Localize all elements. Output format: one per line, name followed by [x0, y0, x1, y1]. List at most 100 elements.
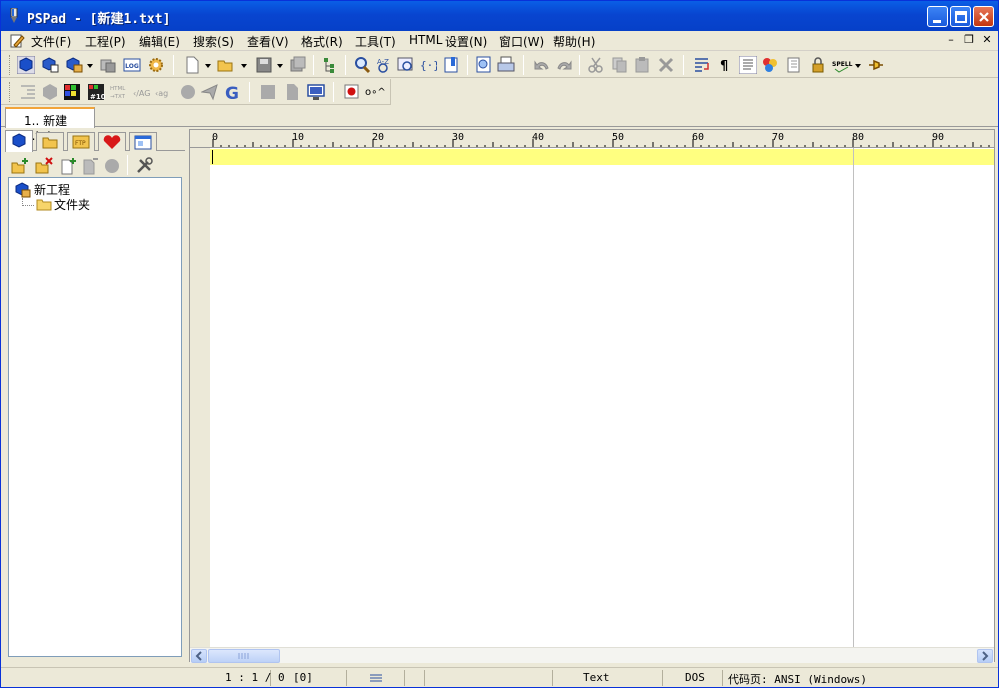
remove-file-icon[interactable] [81, 157, 99, 175]
spell-check-icon[interactable]: SPELL [831, 56, 853, 74]
undo-icon[interactable] [533, 56, 551, 74]
mdi-close-button[interactable]: ✕ [979, 33, 995, 47]
spell-dropdown[interactable] [855, 64, 861, 68]
svg-text:‹ag: ‹ag [155, 89, 168, 98]
remove-folder-icon[interactable] [35, 157, 53, 175]
console-icon[interactable] [307, 83, 325, 101]
compile-icon[interactable] [41, 83, 59, 101]
toolbar-grip[interactable] [9, 55, 12, 75]
status-codepage[interactable]: 代码页: ANSI (Windows) [723, 670, 923, 686]
mdi-minimize-button[interactable]: – [943, 33, 959, 47]
document-edit-icon[interactable] [9, 33, 25, 49]
project-tree-icon[interactable] [321, 56, 339, 74]
color-palette-icon[interactable] [761, 56, 779, 74]
column-mode-icon[interactable] [785, 56, 803, 74]
find-in-files-icon[interactable] [397, 56, 415, 74]
google-search-icon[interactable]: G [223, 83, 241, 101]
mdi-restore-button[interactable]: ❐ [961, 33, 977, 47]
tree-node-folder[interactable]: 文件夹 [54, 196, 90, 213]
add-folder-icon[interactable] [11, 157, 29, 175]
indent-icon[interactable] [19, 83, 37, 101]
pin-icon[interactable] [867, 56, 885, 74]
open-project-icon[interactable] [41, 56, 59, 74]
project-settings-tools-icon[interactable] [135, 157, 153, 175]
paste-icon[interactable] [633, 56, 651, 74]
play-macro-icon[interactable]: o∘^ [365, 83, 387, 101]
menu-help[interactable]: 帮助(H) [551, 33, 597, 50]
open-file-dropdown[interactable] [241, 64, 247, 68]
horizontal-scrollbar[interactable] [190, 647, 994, 663]
highlight-line-icon[interactable] [739, 56, 757, 74]
maximize-button[interactable] [950, 6, 971, 27]
tag-uppercase-icon[interactable]: ‹/AG [133, 83, 153, 101]
status-syntax[interactable]: Text [553, 670, 663, 686]
project-copy-icon[interactable] [99, 56, 117, 74]
readonly-lock-icon[interactable] [809, 56, 827, 74]
pspad-app-icon[interactable] [8, 8, 20, 24]
menu-project[interactable]: 工程(P) [83, 33, 128, 50]
delete-icon[interactable] [657, 56, 675, 74]
preview-icon[interactable] [475, 56, 493, 74]
new-file-icon[interactable] [183, 56, 201, 74]
scroll-thumb[interactable] [208, 649, 280, 663]
refresh-icon[interactable] [103, 157, 121, 175]
redo-icon[interactable] [555, 56, 573, 74]
menu-window[interactable]: 窗口(W) [497, 33, 546, 50]
menu-html[interactable]: HTML [407, 33, 444, 47]
menu-search[interactable]: 搜索(S) [191, 33, 236, 50]
tab-open-files[interactable] [129, 132, 157, 151]
cut-icon[interactable] [587, 56, 605, 74]
new-file-dropdown[interactable] [205, 64, 211, 68]
save-icon[interactable] [255, 56, 273, 74]
html-to-text-icon[interactable]: HTML →TXT [109, 83, 131, 101]
save-project-dropdown[interactable] [87, 64, 93, 68]
title-bar[interactable]: PSPad - [新建1.txt] [1, 1, 998, 31]
menu-edit[interactable]: 编辑(E) [137, 33, 182, 50]
status-wrap[interactable] [347, 670, 405, 686]
bracket-match-icon[interactable]: {·} [419, 56, 437, 74]
clipboard-icon[interactable] [283, 83, 301, 101]
project-cube-icon[interactable] [17, 56, 35, 74]
search-icon[interactable] [353, 56, 371, 74]
record-macro-icon[interactable] [343, 83, 361, 101]
status-line-endings[interactable]: DOS [663, 670, 723, 686]
close-button[interactable] [973, 6, 994, 27]
tab-ftp[interactable]: FTP [67, 132, 95, 151]
panel-tabs: FTP [5, 129, 185, 152]
window-title: PSPad - [新建1.txt] [27, 12, 171, 27]
save-all-icon[interactable] [289, 56, 307, 74]
menu-tools[interactable]: 工具(T) [353, 33, 398, 50]
word-wrap-icon[interactable] [693, 56, 711, 74]
tab-document-1[interactable]: 1.. 新建1.txt [5, 107, 95, 143]
editor-text-area[interactable] [210, 148, 994, 647]
tab-favorites[interactable] [98, 132, 126, 151]
toolbar-grip[interactable] [9, 82, 12, 102]
tag-lowercase-icon[interactable]: ‹ag [155, 83, 175, 101]
scroll-right-button[interactable] [977, 649, 993, 663]
save-dropdown[interactable] [277, 64, 283, 68]
menu-file[interactable]: 文件(F) [29, 33, 73, 50]
web-preview-icon[interactable] [179, 83, 197, 101]
settings-gear-icon[interactable] [147, 56, 165, 74]
ftp-upload-icon[interactable] [201, 83, 219, 101]
status-empty-1 [405, 670, 425, 686]
copy-icon[interactable] [611, 56, 629, 74]
log-icon[interactable]: LOG [123, 56, 141, 74]
hex-color-icon[interactable]: #10 [87, 83, 105, 101]
menu-format[interactable]: 格式(R) [299, 33, 345, 50]
replace-icon[interactable]: A-Z [375, 56, 393, 74]
save-project-icon[interactable] [65, 56, 83, 74]
block-icon[interactable] [259, 83, 277, 101]
tab-files[interactable] [36, 132, 64, 151]
open-folder-icon[interactable] [217, 56, 235, 74]
add-file-icon[interactable] [59, 157, 77, 175]
bookmark-icon[interactable] [443, 56, 461, 74]
minimize-button[interactable] [927, 6, 948, 27]
pilcrow-icon[interactable]: ¶ [715, 56, 733, 74]
tab-projects[interactable] [5, 130, 33, 152]
print-icon[interactable] [497, 56, 515, 74]
color-picker-icon[interactable] [63, 83, 81, 101]
scroll-left-button[interactable] [191, 649, 207, 663]
menu-view[interactable]: 查看(V) [245, 33, 291, 50]
menu-settings[interactable]: 设置(N) [443, 33, 489, 50]
